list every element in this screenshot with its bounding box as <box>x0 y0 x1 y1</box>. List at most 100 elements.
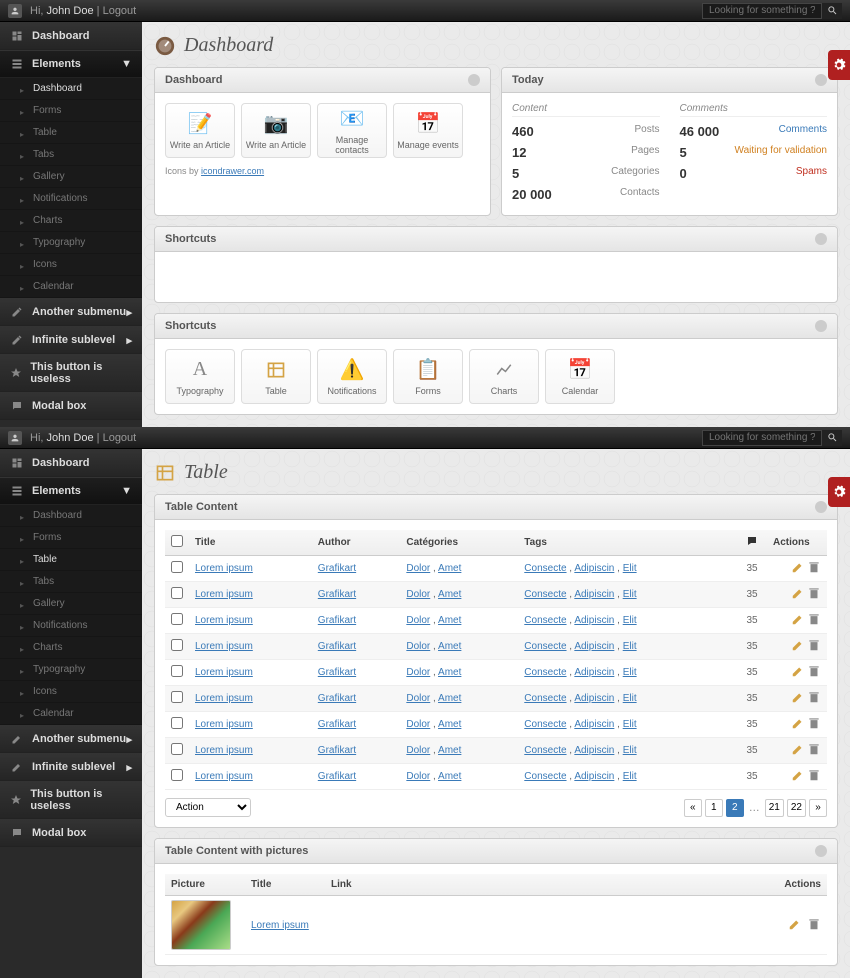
sub-gallery[interactable]: ▸Gallery <box>0 166 142 188</box>
edit-icon[interactable] <box>791 742 805 756</box>
delete-icon[interactable] <box>807 664 821 678</box>
sub-charts[interactable]: ▸Charts <box>0 637 142 659</box>
row-tag-link[interactable]: Elit <box>623 563 637 574</box>
row-author-link[interactable]: Grafikart <box>318 641 356 652</box>
row-checkbox[interactable] <box>171 665 183 677</box>
edit-icon[interactable] <box>791 560 805 574</box>
row-author-link[interactable]: Grafikart <box>318 719 356 730</box>
stat-c2-label[interactable]: Waiting for validation <box>735 145 827 160</box>
row-title-link[interactable]: Lorem ipsum <box>195 589 253 600</box>
row-author-link[interactable]: Grafikart <box>318 745 356 756</box>
collapse-icon[interactable] <box>815 233 827 245</box>
th-title[interactable]: Title <box>189 530 312 556</box>
sub-gallery[interactable]: ▸Gallery <box>0 593 142 615</box>
delete-icon[interactable] <box>807 768 821 782</box>
sidebar-dashboard[interactable]: Dashboard <box>0 22 142 50</box>
shortcut-write-article-1[interactable]: 📝Write an Article <box>165 103 235 158</box>
row-title-link[interactable]: Lorem ipsum <box>195 667 253 678</box>
shortcut-forms[interactable]: 📋Forms <box>393 349 463 404</box>
row-cat-link[interactable]: Dolor <box>406 771 430 782</box>
row-tag-link[interactable]: Consecte <box>524 693 566 704</box>
row-cat-link[interactable]: Amet <box>438 589 461 600</box>
row-tag-link[interactable]: Elit <box>623 589 637 600</box>
row-cat-link[interactable]: Amet <box>438 667 461 678</box>
sidebar-dashboard[interactable]: Dashboard <box>0 449 142 477</box>
shortcut-charts[interactable]: Charts <box>469 349 539 404</box>
row-tag-link[interactable]: Adipiscin <box>574 563 614 574</box>
delete-icon[interactable] <box>807 716 821 730</box>
row-checkbox[interactable] <box>171 743 183 755</box>
delete-icon[interactable] <box>807 586 821 600</box>
sidebar-another[interactable]: Another submenu▸ <box>0 298 142 326</box>
sub-icons[interactable]: ▸Icons <box>0 681 142 703</box>
row-tag-link[interactable]: Consecte <box>524 641 566 652</box>
sidebar-modal[interactable]: Modal box <box>0 392 142 420</box>
row-tag-link[interactable]: Elit <box>623 771 637 782</box>
sidebar-infinite[interactable]: Infinite sublevel▸ <box>0 326 142 354</box>
sub-charts[interactable]: ▸Charts <box>0 210 142 232</box>
row-cat-link[interactable]: Amet <box>438 615 461 626</box>
thumbnail[interactable] <box>171 900 231 950</box>
row-checkbox[interactable] <box>171 691 183 703</box>
sub-typography[interactable]: ▸Typography <box>0 232 142 254</box>
row-tag-link[interactable]: Adipiscin <box>574 667 614 678</box>
row-cat-link[interactable]: Dolor <box>406 563 430 574</box>
sub-dashboard[interactable]: ▸Dashboard <box>0 78 142 100</box>
search-input[interactable] <box>702 3 822 19</box>
row-author-link[interactable]: Grafikart <box>318 693 356 704</box>
sidebar-another[interactable]: Another submenu▸ <box>0 725 142 753</box>
collapse-icon[interactable] <box>815 74 827 86</box>
row-cat-link[interactable]: Dolor <box>406 719 430 730</box>
row-tag-link[interactable]: Adipiscin <box>574 771 614 782</box>
sub-table[interactable]: ▸Table <box>0 122 142 144</box>
row-checkbox[interactable] <box>171 717 183 729</box>
row-tag-link[interactable]: Consecte <box>524 745 566 756</box>
sub-table[interactable]: ▸Table <box>0 549 142 571</box>
row-tag-link[interactable]: Elit <box>623 693 637 704</box>
shortcut-contacts[interactable]: 📧Manage contacts <box>317 103 387 158</box>
edit-icon[interactable] <box>791 612 805 626</box>
row-checkbox[interactable] <box>171 639 183 651</box>
edit-icon[interactable] <box>788 917 802 931</box>
collapse-icon[interactable] <box>815 845 827 857</box>
select-all-checkbox[interactable] <box>171 535 183 547</box>
picture-title-link[interactable]: Lorem ipsum <box>251 920 309 931</box>
credit-link[interactable]: icondrawer.com <box>201 166 264 176</box>
row-tag-link[interactable]: Consecte <box>524 771 566 782</box>
delete-icon[interactable] <box>807 612 821 626</box>
delete-icon[interactable] <box>807 638 821 652</box>
page-21[interactable]: 21 <box>765 799 784 817</box>
row-tag-link[interactable]: Adipiscin <box>574 745 614 756</box>
sidebar-infinite[interactable]: Infinite sublevel▸ <box>0 753 142 781</box>
row-cat-link[interactable]: Amet <box>438 771 461 782</box>
sidebar-modal[interactable]: Modal box <box>0 819 142 847</box>
collapse-icon[interactable] <box>468 74 480 86</box>
delete-icon[interactable] <box>807 742 821 756</box>
row-tag-link[interactable]: Elit <box>623 641 637 652</box>
row-tag-link[interactable]: Adipiscin <box>574 641 614 652</box>
row-checkbox[interactable] <box>171 613 183 625</box>
row-tag-link[interactable]: Elit <box>623 615 637 626</box>
shortcut-notifications[interactable]: ⚠️Notifications <box>317 349 387 404</box>
sub-notifications[interactable]: ▸Notifications <box>0 615 142 637</box>
page-22[interactable]: 22 <box>787 799 806 817</box>
row-cat-link[interactable]: Dolor <box>406 589 430 600</box>
sidebar-useless[interactable]: This button is useless <box>0 354 142 392</box>
delete-icon[interactable] <box>807 917 821 931</box>
delete-icon[interactable] <box>807 690 821 704</box>
row-title-link[interactable]: Lorem ipsum <box>195 641 253 652</box>
edit-icon[interactable] <box>791 664 805 678</box>
row-checkbox[interactable] <box>171 769 183 781</box>
row-cat-link[interactable]: Dolor <box>406 615 430 626</box>
edit-icon[interactable] <box>791 690 805 704</box>
edit-icon[interactable] <box>791 586 805 600</box>
sidebar-useless[interactable]: This button is useless <box>0 781 142 819</box>
row-cat-link[interactable]: Dolor <box>406 667 430 678</box>
row-tag-link[interactable]: Elit <box>623 667 637 678</box>
row-tag-link[interactable]: Consecte <box>524 589 566 600</box>
row-cat-link[interactable]: Amet <box>438 693 461 704</box>
row-cat-link[interactable]: Amet <box>438 719 461 730</box>
page-1[interactable]: 1 <box>705 799 723 817</box>
shortcut-events[interactable]: 📅Manage events <box>393 103 463 158</box>
row-title-link[interactable]: Lorem ipsum <box>195 615 253 626</box>
